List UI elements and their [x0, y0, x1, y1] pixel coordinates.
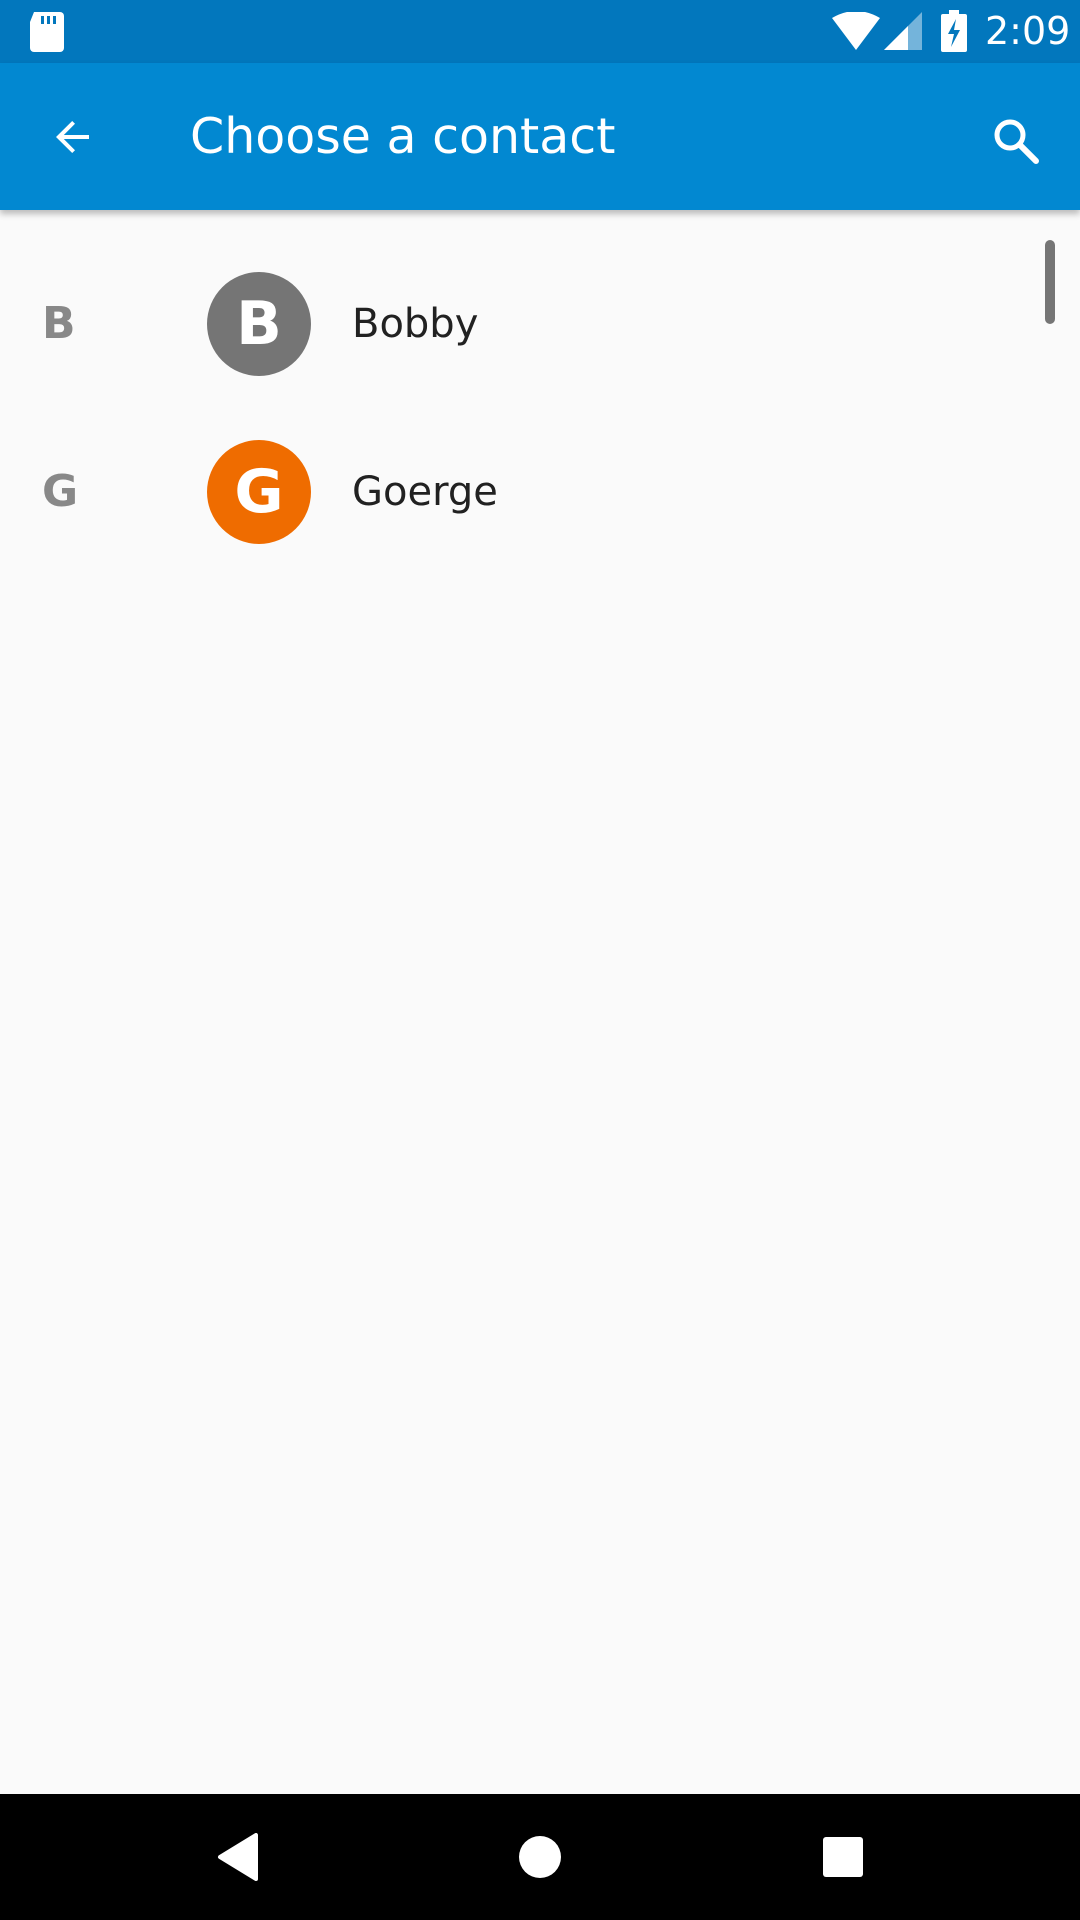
back-triangle-icon: [218, 1833, 258, 1881]
signal-icon: [884, 12, 922, 50]
wifi-icon: [832, 12, 880, 50]
back-button[interactable]: [33, 104, 113, 170]
recents-square-icon: [823, 1837, 863, 1877]
status-bar: 2:09: [0, 0, 1080, 63]
nav-recents-button[interactable]: [803, 1817, 883, 1897]
contact-list[interactable]: B B Bobby G G Goerge: [0, 210, 1080, 1794]
battery-charging-icon: [941, 10, 967, 52]
contact-row-bobby[interactable]: B B Bobby: [0, 240, 1080, 408]
contact-name: Bobby: [352, 301, 479, 347]
nav-back-button[interactable]: [198, 1817, 278, 1897]
sd-card-icon: [30, 12, 64, 52]
avatar: G: [207, 440, 311, 544]
search-button[interactable]: [976, 101, 1056, 181]
section-header: G: [42, 466, 79, 517]
contact-row-goerge[interactable]: G G Goerge: [0, 408, 1080, 576]
search-icon: [994, 119, 1039, 164]
home-circle-icon: [519, 1836, 561, 1878]
arrow-back-icon: [56, 121, 89, 153]
nav-home-button[interactable]: [500, 1817, 580, 1897]
avatar: B: [207, 272, 311, 376]
page-title: Choose a contact: [190, 108, 616, 165]
contact-name: Goerge: [352, 469, 498, 515]
section-header: B: [42, 298, 76, 349]
status-clock: 2:09: [985, 9, 1071, 53]
app-bar: Choose a contact: [0, 63, 1080, 210]
navigation-bar: [0, 1794, 1080, 1920]
